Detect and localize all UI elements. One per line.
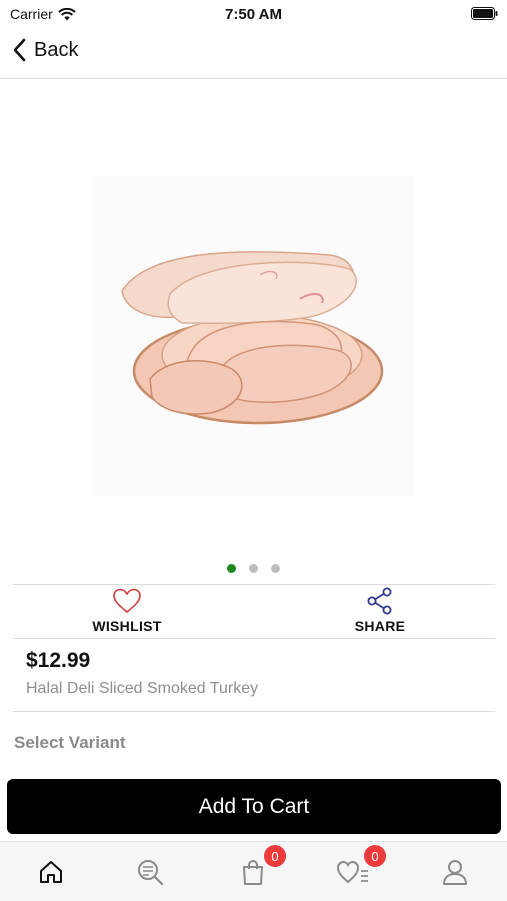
- tab-profile[interactable]: [425, 842, 485, 901]
- product-actions: WISHLIST SHARE: [13, 584, 495, 639]
- chevron-left-icon: [13, 38, 26, 62]
- cart-count-badge: 0: [264, 845, 286, 867]
- search-list-icon: [138, 859, 164, 885]
- bottom-tab-bar: 0 0: [0, 841, 507, 901]
- tab-search[interactable]: [121, 842, 181, 901]
- product-price: $12.99: [26, 649, 91, 672]
- product-image-carousel[interactable]: [0, 79, 507, 549]
- status-bar: Carrier 7:50 AM: [0, 0, 507, 28]
- navigation-bar: Back: [0, 28, 507, 79]
- tab-home[interactable]: [21, 842, 81, 901]
- wishlist-label: WISHLIST: [92, 618, 162, 634]
- add-to-cart-button[interactable]: Add To Cart: [7, 779, 501, 834]
- back-label: Back: [34, 38, 79, 61]
- back-button[interactable]: Back: [12, 38, 78, 62]
- product-name: Halal Deli Sliced Smoked Turkey: [26, 680, 259, 697]
- carousel-pagination: [0, 564, 507, 573]
- product-image: [95, 176, 415, 496]
- share-button[interactable]: SHARE: [330, 585, 430, 638]
- status-time: 7:50 AM: [225, 6, 282, 23]
- wishlist-icon: [336, 860, 368, 883]
- wishlist-count-badge: 0: [364, 845, 386, 867]
- section-divider: [13, 711, 495, 712]
- share-label: SHARE: [354, 618, 406, 634]
- carousel-dot[interactable]: [271, 564, 280, 573]
- battery-icon: [471, 7, 498, 20]
- carousel-dot[interactable]: [249, 564, 258, 573]
- heart-icon: [113, 588, 141, 614]
- home-icon: [40, 860, 62, 883]
- carousel-dot-active[interactable]: [227, 564, 236, 573]
- share-icon: [367, 587, 392, 615]
- wishlist-button[interactable]: WISHLIST: [77, 585, 177, 638]
- profile-icon: [443, 859, 467, 885]
- select-variant-heading: Select Variant: [14, 733, 126, 752]
- shopping-bag-icon: [243, 859, 263, 885]
